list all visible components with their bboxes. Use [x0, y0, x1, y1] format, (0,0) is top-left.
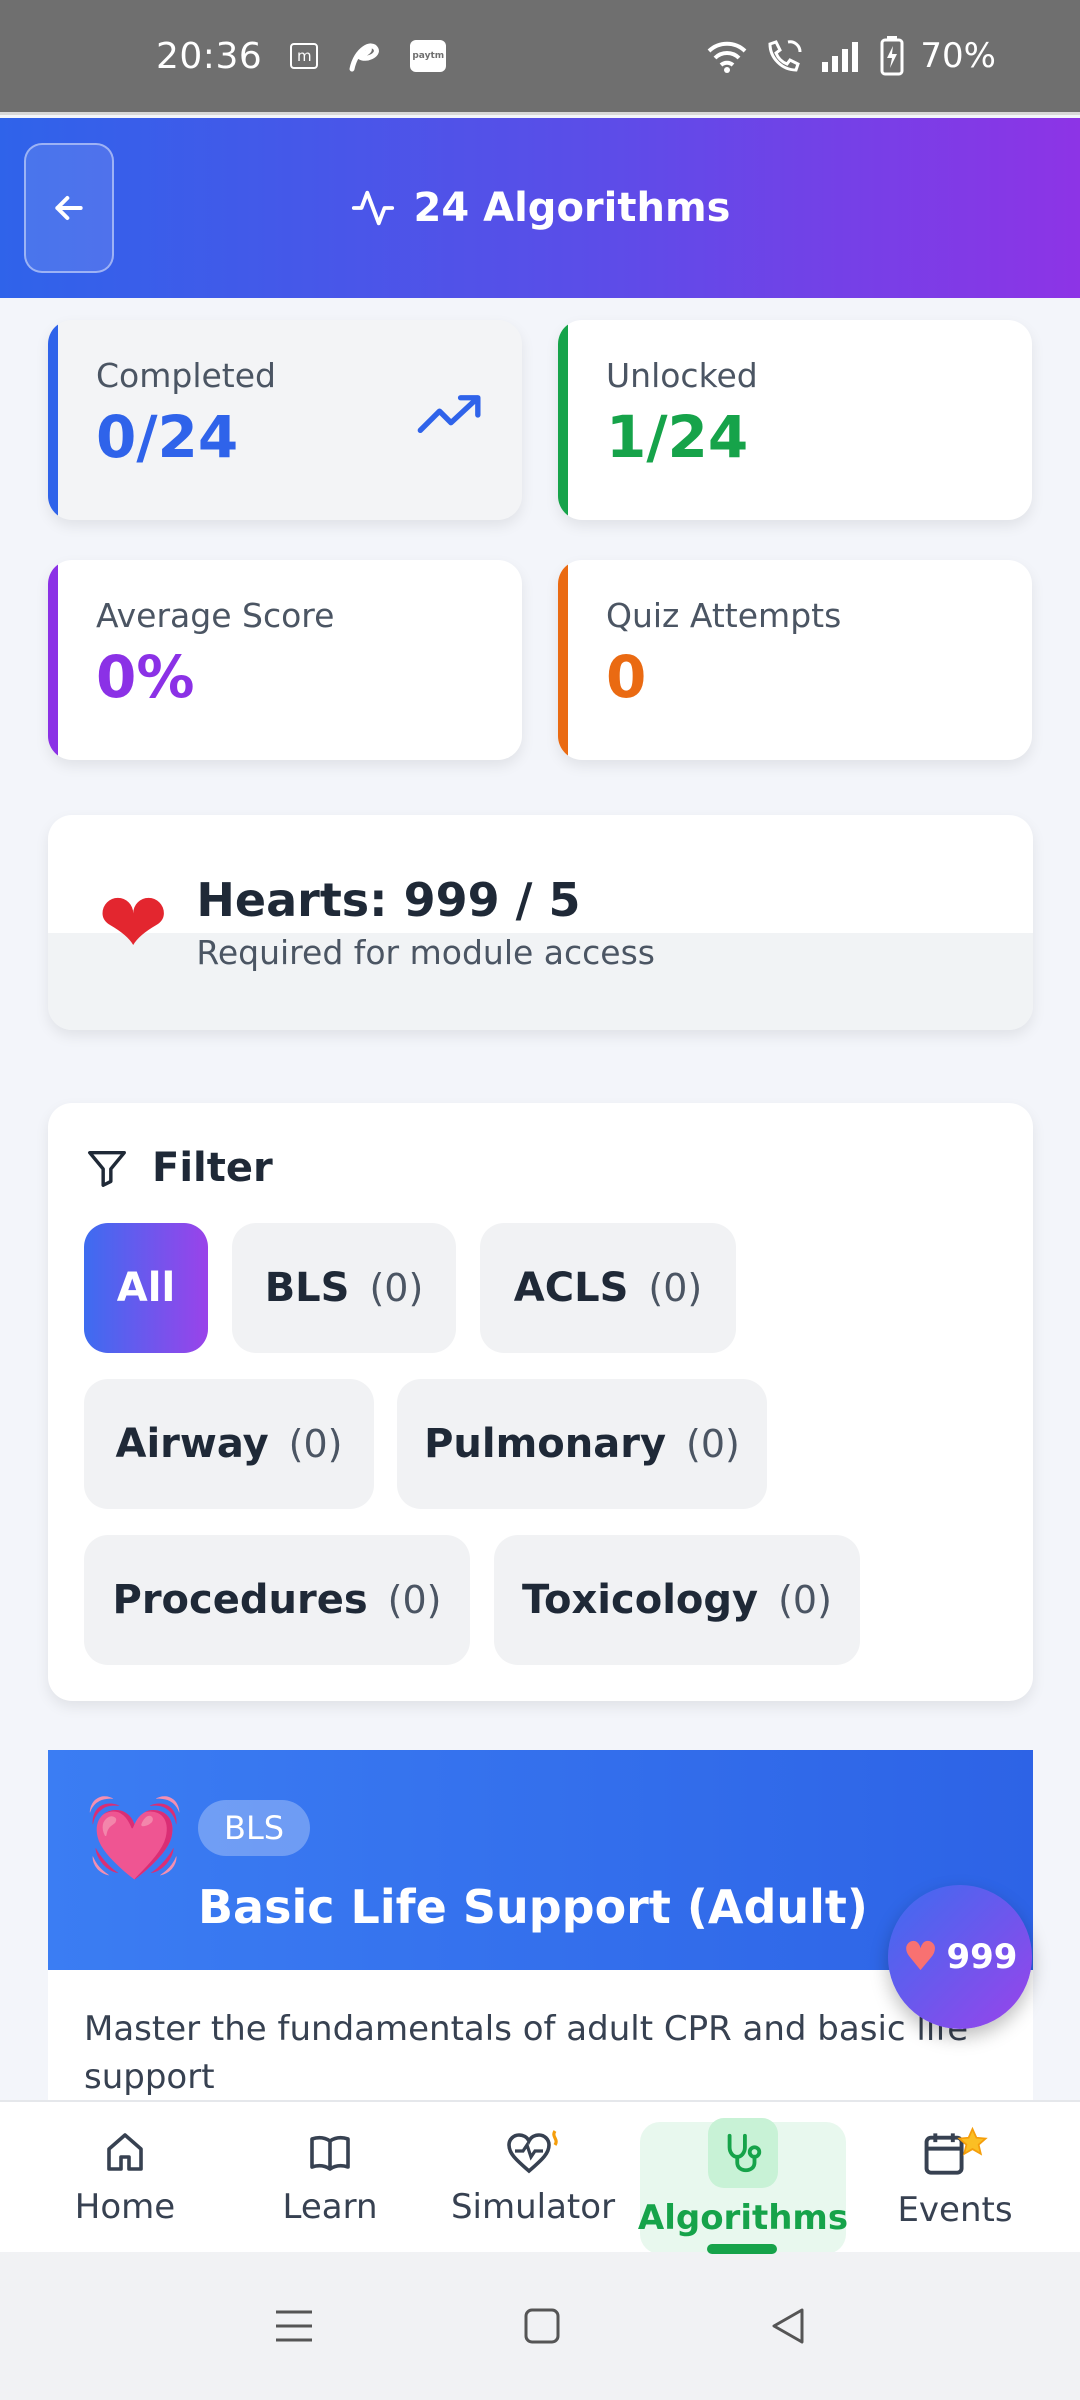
arrow-left-icon [55, 196, 83, 220]
hearts-title: Hearts: 999 / 5 [196, 873, 581, 927]
wifi-call-icon [764, 38, 804, 74]
paytm-icon: paytm [410, 40, 447, 72]
active-tab-indicator [707, 2244, 777, 2254]
stat-value: 0% [96, 643, 195, 711]
chip-label: ACLS [513, 1265, 629, 1311]
chip-all[interactable]: All [84, 1223, 208, 1353]
airtel-icon [346, 39, 382, 73]
module-header: 💓 BLS Basic Life Support (Adult) [48, 1750, 1033, 1970]
stat-value: 1/24 [606, 403, 749, 471]
chip-pulmonary[interactable]: Pulmonary (0) [397, 1379, 767, 1509]
book-icon [310, 2135, 350, 2171]
calendar-icon [924, 2126, 988, 2175]
module-description: Master the fundamentals of adult CPR and… [84, 2009, 969, 2097]
trending-up-icon [417, 395, 481, 434]
stat-label: Average Score [96, 596, 335, 635]
filter-icon [88, 1150, 126, 1187]
home-button-icon[interactable] [523, 2307, 561, 2345]
recent-apps-icon[interactable] [274, 2308, 314, 2344]
stethoscope-icon [727, 2133, 762, 2173]
chip-label: Toxicology [522, 1577, 759, 1623]
chip-bls[interactable]: BLS (0) [232, 1223, 456, 1353]
wifi-icon [706, 39, 748, 73]
stat-label: Unlocked [606, 356, 758, 395]
back-button[interactable] [24, 143, 114, 273]
chip-airway[interactable]: Airway (0) [84, 1379, 374, 1509]
page-title: 24 Algorithms [413, 185, 731, 231]
nav-label: Algorithms [637, 2198, 849, 2238]
filter-title: Filter [152, 1145, 273, 1191]
stat-value: 0 [606, 643, 647, 711]
nav-events[interactable]: Events [855, 2102, 1055, 2254]
beating-heart-icon: 💓 [86, 1792, 184, 1882]
chip-count: (0) [778, 1578, 832, 1622]
chip-count: (0) [387, 1578, 442, 1622]
bottom-nav: Home Learn Simulator Algorithms Events [0, 2100, 1080, 2254]
nav-label: Home [74, 2187, 176, 2227]
home-icon [107, 2133, 143, 2171]
filter-card: Filter All BLS (0) ACLS (0) Airway (0) P… [48, 1103, 1033, 1701]
stat-card-quiz-attempts: Quiz Attempts 0 [558, 560, 1032, 760]
signal-icon [820, 40, 864, 72]
battery-level: 70% [920, 36, 996, 76]
chip-procedures[interactable]: Procedures (0) [84, 1535, 470, 1665]
m-icon: m [290, 43, 319, 69]
status-time: 20:36 [156, 35, 263, 77]
module-title: Basic Life Support (Adult) [198, 1880, 868, 1934]
chip-count: (0) [686, 1422, 740, 1466]
chip-acls[interactable]: ACLS (0) [480, 1223, 736, 1353]
nav-simulator[interactable]: Simulator [433, 2102, 633, 2254]
heart-icon: ♥ [902, 1934, 939, 1980]
heart-icon: ❤ [98, 873, 169, 972]
chip-toxicology[interactable]: Toxicology (0) [494, 1535, 860, 1665]
chip-count: (0) [648, 1266, 703, 1310]
hearts-subtitle: Required for module access [196, 933, 655, 972]
chip-label: BLS [264, 1265, 350, 1311]
stat-label: Completed [96, 356, 276, 395]
app-header: 24 Algorithms [0, 118, 1080, 298]
nav-label: Events [897, 2190, 1013, 2230]
battery-charging-icon [880, 36, 904, 76]
category-badge: BLS [198, 1800, 311, 1856]
module-card[interactable]: 💓 BLS Basic Life Support (Adult) Master … [48, 1750, 1033, 2100]
chip-label: Pulmonary [424, 1421, 667, 1467]
chip-label: Procedures [112, 1577, 368, 1623]
nav-algorithms[interactable]: Algorithms [635, 2102, 851, 2254]
activity-icon [351, 190, 394, 226]
hearts-fab[interactable]: ♥ 999 [888, 1885, 1032, 2029]
nav-label: Learn [282, 2187, 378, 2227]
hearts-count: 999 [946, 1937, 1018, 1977]
heart-pulse-icon [507, 2130, 558, 2174]
status-bar: 20:36 m paytm 70% [0, 0, 1080, 115]
back-nav-icon[interactable] [770, 2307, 806, 2345]
hearts-card: ❤ Hearts: 999 / 5 Required for module ac… [48, 815, 1033, 1030]
stat-card-average-score: Average Score 0% [48, 560, 522, 760]
nav-learn[interactable]: Learn [230, 2102, 430, 2254]
chip-count: (0) [288, 1422, 343, 1466]
chip-count: (0) [369, 1266, 424, 1310]
stat-card-completed: Completed 0/24 [48, 320, 522, 520]
nav-label: Simulator [450, 2187, 616, 2227]
stat-label: Quiz Attempts [606, 596, 842, 635]
system-nav-bar [0, 2252, 1080, 2400]
stat-card-unlocked: Unlocked 1/24 [558, 320, 1032, 520]
chip-label: Airway [115, 1421, 269, 1467]
chip-label: All [116, 1265, 176, 1311]
nav-home[interactable]: Home [25, 2102, 225, 2254]
